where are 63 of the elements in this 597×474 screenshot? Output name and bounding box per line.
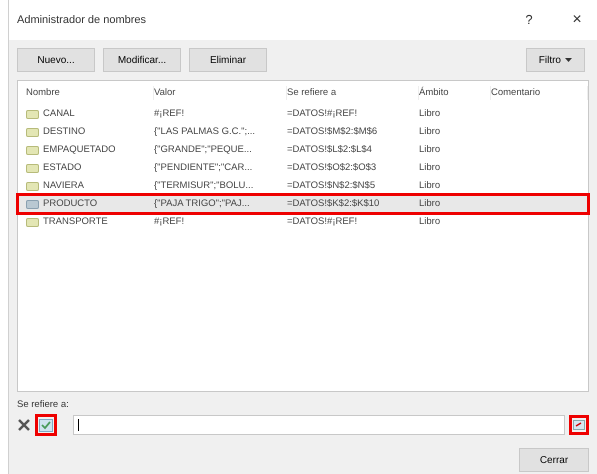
filter-button[interactable]: Filtro bbox=[526, 48, 585, 72]
help-button[interactable]: ? bbox=[517, 10, 541, 30]
name-cell-text: CANAL bbox=[43, 106, 75, 121]
range-select-icon bbox=[573, 420, 585, 430]
reference-cell-text: =DATOS!$O$2:$O$3 bbox=[287, 160, 378, 175]
value-cell-text: {"LAS PALMAS G.C.";... bbox=[154, 124, 256, 139]
value-cell-text: {"GRANDE";"PEQUE... bbox=[154, 142, 253, 157]
name-row[interactable]: CANAL #¡REF! =DATOS!#¡REF! Libro bbox=[18, 105, 588, 123]
scope-cell-text: Libro bbox=[419, 124, 442, 139]
name-row[interactable]: PRODUCTO {"PAJA TRIGO";"PAJ... =DATOS!$K$2:$K$10 Libro bbox=[18, 195, 588, 213]
close-dialog-button[interactable]: Cerrar bbox=[519, 448, 589, 472]
value-cell-text: #¡REF! bbox=[154, 106, 186, 121]
reference-field[interactable] bbox=[73, 415, 565, 436]
name-row[interactable]: EMPAQUETADO {"GRANDE";"PEQUE... =DATOS!$L$2:$L$4 Libro bbox=[18, 141, 588, 159]
cancel-icon[interactable] bbox=[17, 418, 31, 432]
column-header[interactable]: Comentario bbox=[491, 86, 588, 100]
toolbar-button[interactable]: Modificar... bbox=[103, 48, 181, 72]
value-cell-text: {"TERMISUR";"BOLU... bbox=[154, 178, 254, 193]
window-title: Administrador de nombres bbox=[17, 12, 146, 28]
value-cell-text: {"PENDIENTE";"CAR... bbox=[154, 160, 254, 175]
name-cell-text: PRODUCTO bbox=[43, 196, 98, 211]
value-cell-text: #¡REF! bbox=[154, 214, 186, 229]
reference-cell-text: =DATOS!$M$2:$M$6 bbox=[287, 124, 378, 139]
name-tag-icon bbox=[26, 128, 39, 136]
name-cell-text: TRANSPORTE bbox=[43, 214, 108, 229]
scope-cell-text: Libro bbox=[419, 214, 442, 229]
value-cell-text: {"PAJA TRIGO";"PAJ... bbox=[154, 196, 251, 211]
name-cell-text: NAVIERA bbox=[43, 178, 84, 193]
name-tag-icon bbox=[26, 110, 39, 118]
reference-cell-text: =DATOS!$N$2:$N$5 bbox=[287, 178, 376, 193]
scope-cell-text: Libro bbox=[419, 178, 442, 193]
scope-cell-text: Libro bbox=[419, 160, 442, 175]
name-tag-icon bbox=[26, 200, 39, 208]
confirm-button[interactable] bbox=[35, 414, 57, 436]
refers-to-label: Se refiere a: bbox=[17, 398, 69, 412]
reference-cell-text: =DATOS!#¡REF! bbox=[287, 214, 358, 229]
caret-icon bbox=[565, 58, 572, 62]
name-row[interactable]: TRANSPORTE #¡REF! =DATOS!#¡REF! Libro bbox=[18, 213, 588, 231]
reference-cell-text: =DATOS!#¡REF! bbox=[287, 106, 358, 121]
column-header[interactable]: Nombre bbox=[26, 86, 154, 100]
close-button[interactable]: × bbox=[565, 8, 589, 32]
name-tag-icon bbox=[26, 146, 39, 154]
name-row[interactable]: DESTINO {"LAS PALMAS G.C.";... =DATOS!$M$2:$M$6 Libro bbox=[18, 123, 588, 141]
toolbar-button[interactable]: Eliminar bbox=[189, 48, 267, 72]
check-icon bbox=[39, 418, 53, 432]
scope-cell-text: Libro bbox=[419, 106, 442, 121]
reference-cell-text: =DATOS!$K$2:$K$10 bbox=[287, 196, 380, 211]
collapse-button[interactable] bbox=[569, 415, 589, 436]
name-cell-text: ESTADO bbox=[43, 160, 82, 175]
name-row[interactable]: NAVIERA {"TERMISUR";"BOLU... =DATOS!$N$2:$N$5 Libro bbox=[18, 177, 588, 195]
name-tag-icon bbox=[26, 218, 39, 226]
name-tag-icon bbox=[26, 164, 39, 172]
name-cell-text: DESTINO bbox=[43, 124, 86, 139]
column-header[interactable]: Valor bbox=[154, 86, 287, 100]
toolbar-button[interactable]: Nuevo... bbox=[17, 48, 95, 72]
scope-cell-text: Libro bbox=[419, 196, 442, 211]
column-header[interactable]: Ámbito bbox=[419, 86, 491, 100]
reference-cell-text: =DATOS!$L$2:$L$4 bbox=[287, 142, 373, 157]
name-tag-icon bbox=[26, 182, 39, 190]
scope-cell-text: Libro bbox=[419, 142, 442, 157]
column-header[interactable]: Se refiere a bbox=[287, 86, 419, 100]
name-cell-text: EMPAQUETADO bbox=[43, 142, 116, 157]
name-row[interactable]: ESTADO {"PENDIENTE";"CAR... =DATOS!$O$2:$O$3 Libro bbox=[18, 159, 588, 177]
